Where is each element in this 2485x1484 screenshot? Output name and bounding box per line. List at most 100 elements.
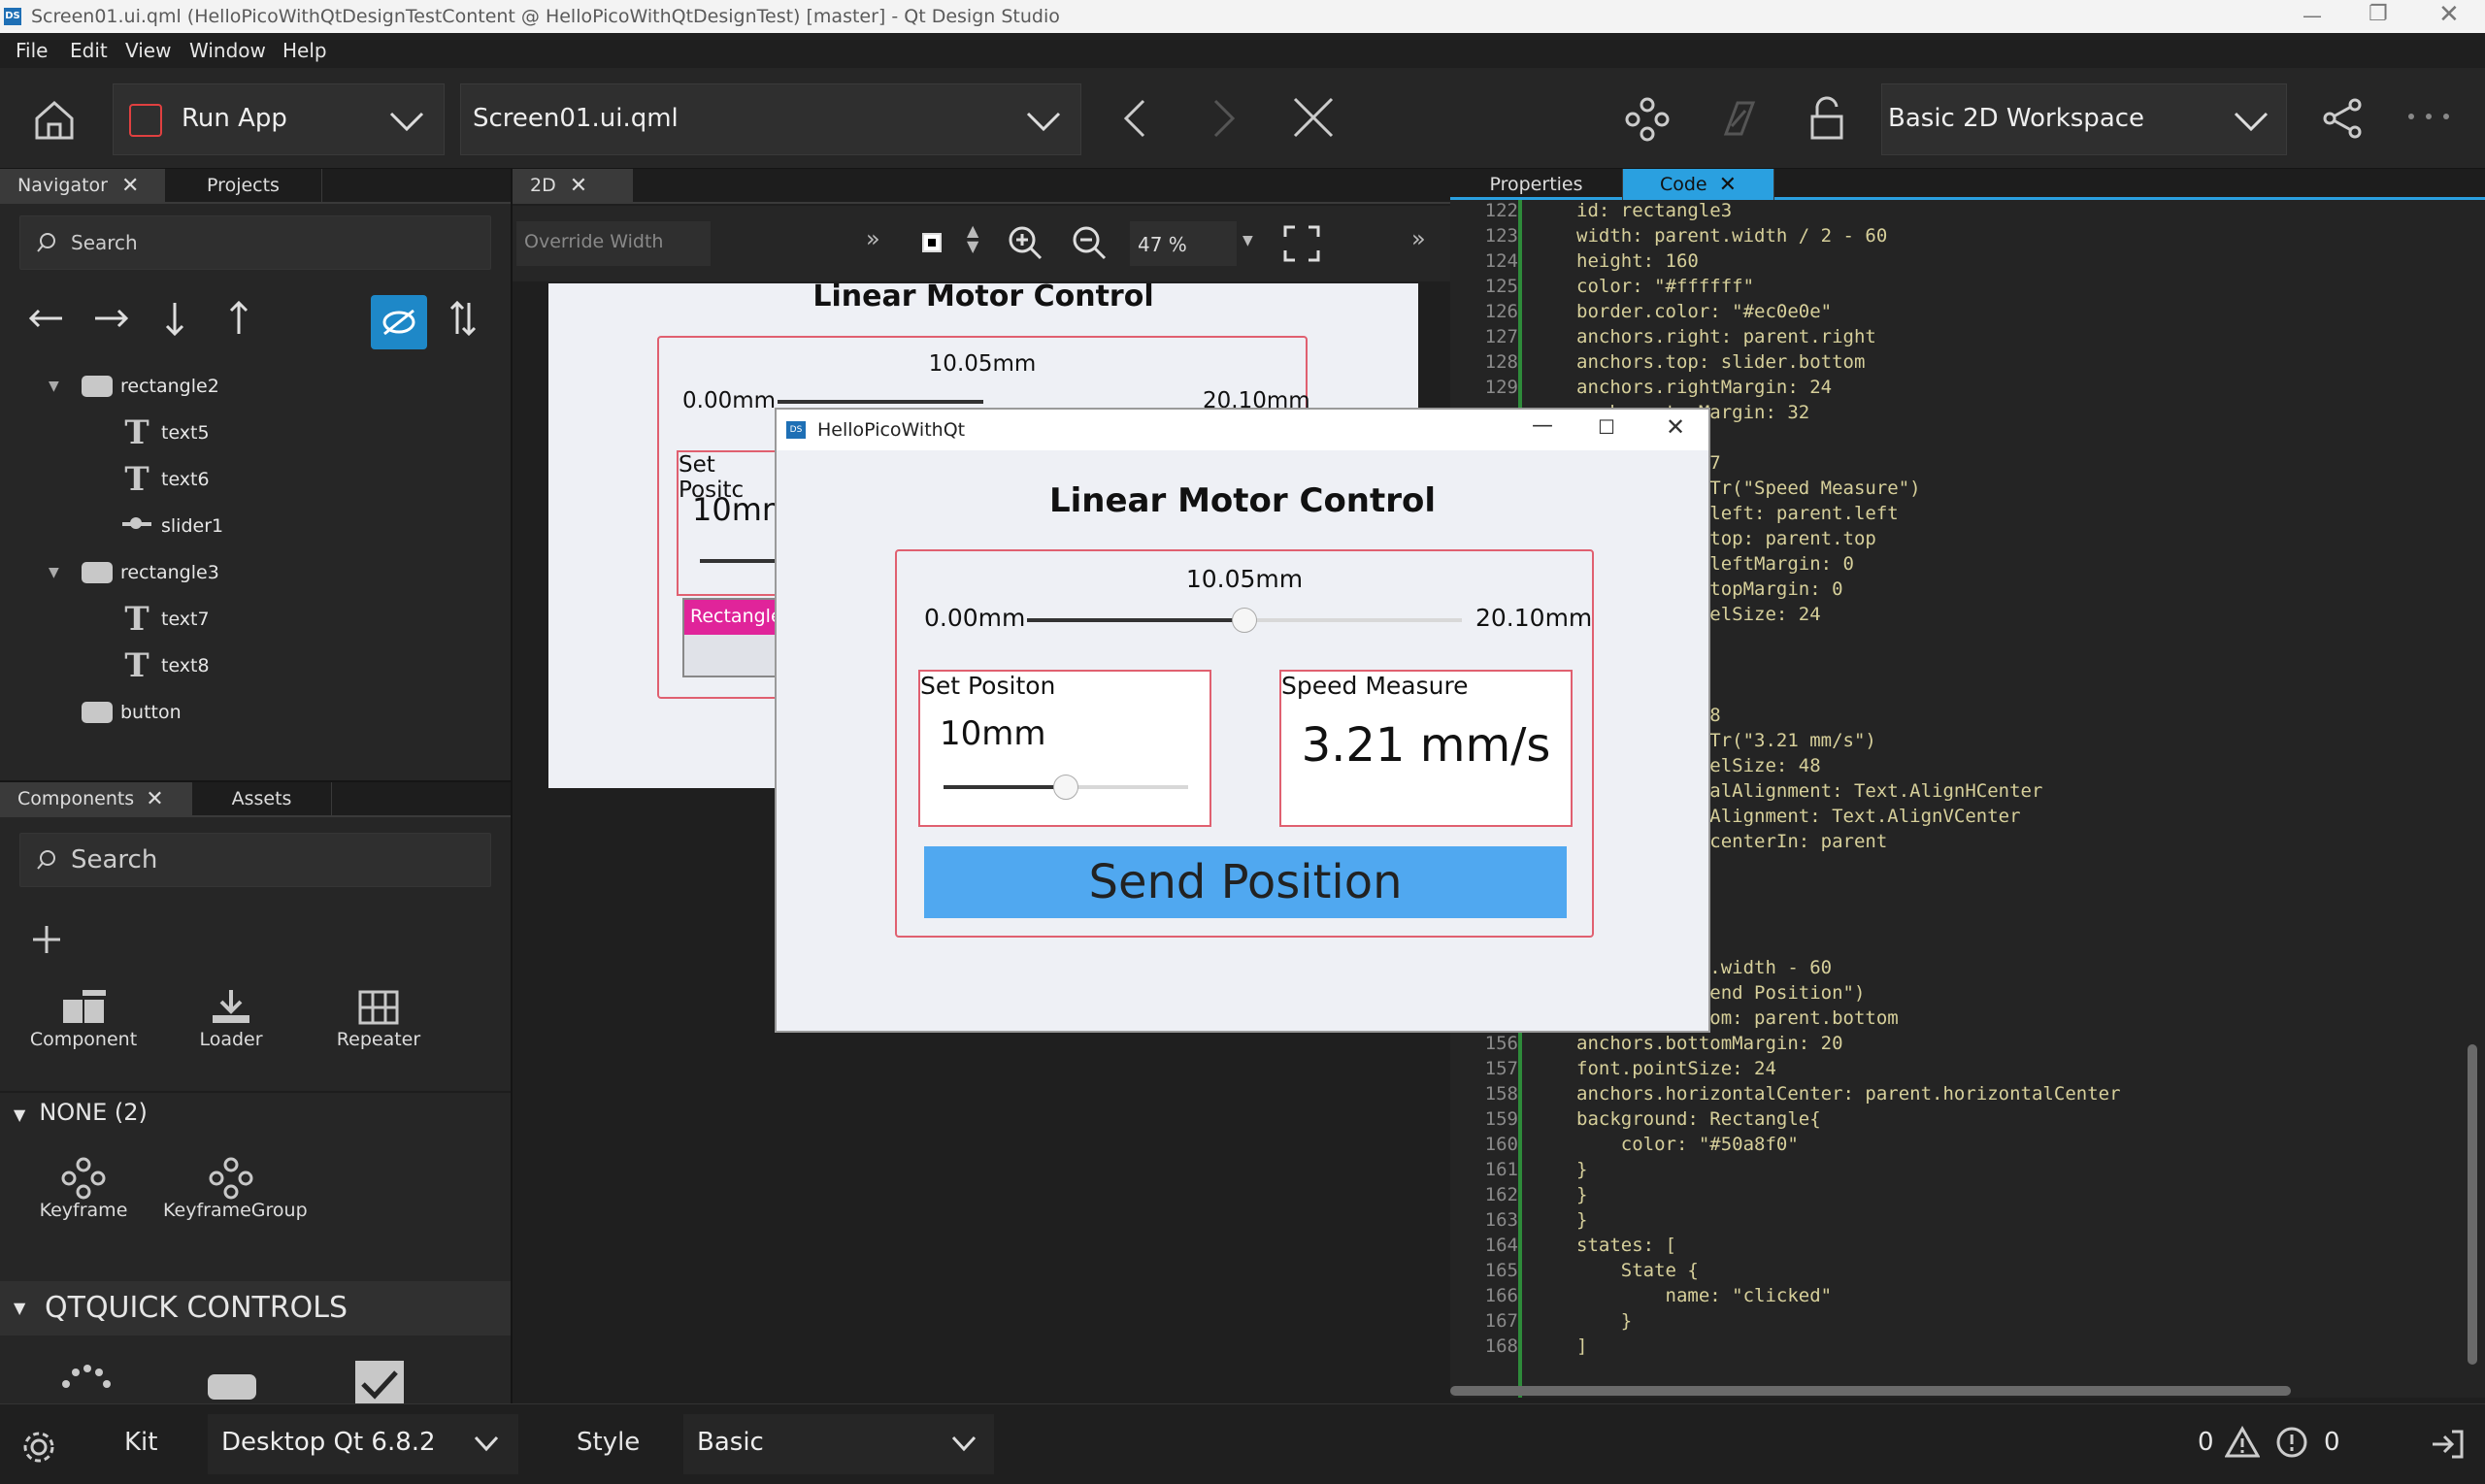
- share-icon[interactable]: [2322, 97, 2365, 140]
- line-number: 165: [1484, 1260, 1518, 1281]
- main-toolbar: Run App Screen01.ui.qml Basic 2D Workspa…: [0, 68, 2485, 169]
- tab-components[interactable]: Components ✕: [0, 782, 192, 815]
- close-document-icon[interactable]: [1291, 95, 1336, 140]
- settings-gear-icon[interactable]: [21, 1430, 56, 1465]
- warning-icon[interactable]: [2225, 1426, 2260, 1459]
- menu-help[interactable]: Help: [282, 39, 327, 62]
- menu-file[interactable]: File: [16, 39, 48, 62]
- component-item-keyframegroup[interactable]: KeyframeGroup: [163, 1157, 308, 1221]
- arrow-down-icon[interactable]: [163, 299, 186, 338]
- search-icon: [36, 849, 57, 871]
- send-position-button[interactable]: Send Position: [924, 846, 1567, 918]
- section-controls-header[interactable]: ▼ QTQUICK CONTROLS: [0, 1281, 511, 1336]
- workspace-dropdown[interactable]: Basic 2D Workspace: [1881, 83, 2287, 155]
- close-tab-icon[interactable]: ✕: [146, 787, 163, 811]
- busy-indicator-icon[interactable]: [58, 1363, 113, 1398]
- window-title: Screen01.ui.qml (HelloPicoWithQtDesignTe…: [31, 6, 1060, 27]
- section-none-header[interactable]: ▼ NONE (2): [14, 1099, 148, 1126]
- minimize-icon[interactable]: —: [1532, 413, 1553, 438]
- maximize-icon[interactable]: ❐: [2369, 2, 2388, 26]
- background-color-icon[interactable]: [922, 233, 942, 252]
- sign-out-icon[interactable]: [2431, 1428, 2466, 1461]
- rectangle-icon: [82, 376, 113, 397]
- component-item-loader[interactable]: Loader: [163, 988, 299, 1050]
- tab-2d[interactable]: 2D ✕: [513, 169, 633, 202]
- arrow-right-icon[interactable]: [91, 307, 130, 330]
- components-icon[interactable]: [1625, 97, 1670, 142]
- arrow-left-icon[interactable]: [27, 307, 66, 330]
- navigator-search-input[interactable]: Search: [19, 215, 491, 270]
- tree-item-text7[interactable]: T text7: [0, 596, 511, 643]
- line-number: 122: [1484, 200, 1518, 221]
- close-icon[interactable]: ✕: [1666, 413, 1685, 441]
- button-control-icon[interactable]: [208, 1374, 256, 1400]
- home-icon[interactable]: [29, 95, 80, 146]
- tree-item-button[interactable]: button: [0, 689, 511, 736]
- minimize-icon[interactable]: —: [2303, 4, 2322, 27]
- menu-view[interactable]: View: [125, 39, 171, 62]
- fit-to-view-icon[interactable]: [1283, 225, 1320, 262]
- back-icon[interactable]: [1120, 97, 1149, 140]
- arrow-up-icon[interactable]: [227, 299, 250, 338]
- tab-navigator[interactable]: Navigator ✕: [0, 169, 165, 202]
- components-search-input[interactable]: Search: [19, 833, 491, 887]
- zoom-out-icon[interactable]: [1072, 225, 1107, 260]
- tab-properties[interactable]: Properties: [1450, 169, 1623, 200]
- code-line: }: [1576, 1184, 1588, 1205]
- sort-icon[interactable]: [448, 299, 478, 338]
- close-tab-icon[interactable]: ✕: [570, 174, 587, 198]
- tree-item-slider1[interactable]: slider1: [0, 503, 511, 549]
- close-tab-icon[interactable]: ✕: [121, 174, 139, 198]
- add-module-icon[interactable]: [31, 924, 62, 955]
- tree-item-rectangle2[interactable]: ▼ rectangle2: [0, 363, 511, 410]
- tab-projects[interactable]: Projects: [165, 169, 322, 202]
- component-icon: [16, 988, 151, 1029]
- forward-icon[interactable]: [1209, 97, 1239, 140]
- horizontal-scrollbar[interactable]: [1450, 1386, 2291, 1396]
- code-line: anchors.right: parent.right: [1576, 326, 1876, 347]
- override-width-input[interactable]: Override Width: [516, 221, 711, 266]
- tab-navigator-label: Navigator: [17, 175, 108, 196]
- set-position-slider[interactable]: [944, 775, 1188, 800]
- vertical-scrollbar[interactable]: [2468, 1044, 2477, 1365]
- error-icon[interactable]: [2275, 1426, 2308, 1459]
- more-options-icon[interactable]: [2405, 107, 2452, 126]
- file-selector-dropdown[interactable]: Screen01.ui.qml: [460, 83, 1081, 155]
- tree-item-text6[interactable]: T text6: [0, 456, 511, 503]
- code-line: }: [1576, 1310, 1633, 1332]
- expand-arrow-icon[interactable]: ▼: [49, 379, 59, 394]
- lock-icon[interactable]: [1807, 95, 1846, 142]
- component-label: KeyframeGroup: [163, 1200, 308, 1221]
- tree-item-text5[interactable]: T text5: [0, 410, 511, 456]
- motor-control-frame: 10.05mm 0.00mm 20.10mm Set Positon 10mm …: [895, 549, 1594, 938]
- component-item-keyframe[interactable]: Keyframe: [16, 1157, 151, 1221]
- component-item-repeater[interactable]: Repeater: [311, 988, 447, 1050]
- slider-handle[interactable]: [1053, 775, 1078, 800]
- slider-handle[interactable]: [1232, 608, 1257, 633]
- navigator-tree: ▼ rectangle2 T text5 T text6 slider1 ▼ r…: [0, 363, 511, 736]
- expand-arrow-icon[interactable]: ▼: [49, 565, 59, 580]
- close-window-icon[interactable]: ✕: [2438, 0, 2460, 29]
- tree-item-text8[interactable]: T text8: [0, 643, 511, 689]
- run-app-dropdown[interactable]: Run App: [113, 83, 445, 155]
- position-slider[interactable]: [1027, 608, 1462, 633]
- style-value: Basic: [697, 1428, 764, 1457]
- close-tab-icon[interactable]: ✕: [1719, 173, 1737, 197]
- component-item-component[interactable]: Component: [16, 988, 151, 1050]
- visibility-filter-toggle[interactable]: [371, 295, 427, 349]
- menu-edit[interactable]: Edit: [70, 39, 108, 62]
- tree-item-rectangle3[interactable]: ▼ rectangle3: [0, 549, 511, 596]
- style-dropdown[interactable]: Basic: [683, 1414, 994, 1474]
- kit-dropdown[interactable]: Desktop Qt 6.8.2: [208, 1414, 518, 1474]
- overflow-chevron-icon[interactable]: »: [1411, 225, 1426, 252]
- zoom-level-select[interactable]: 47 %: [1130, 221, 1237, 266]
- chevron-down-icon[interactable]: ▼: [1242, 233, 1253, 248]
- menu-window[interactable]: Window: [189, 39, 266, 62]
- zoom-in-icon[interactable]: [1008, 225, 1043, 260]
- spin-arrows-icon[interactable]: ▲ ▼: [967, 223, 978, 254]
- maximize-icon[interactable]: ☐: [1598, 415, 1615, 439]
- tab-code[interactable]: Code ✕: [1623, 169, 1774, 200]
- checkbox-control-icon[interactable]: [355, 1361, 404, 1405]
- tab-assets[interactable]: Assets: [192, 782, 332, 815]
- overflow-chevron-icon[interactable]: »: [866, 225, 880, 252]
